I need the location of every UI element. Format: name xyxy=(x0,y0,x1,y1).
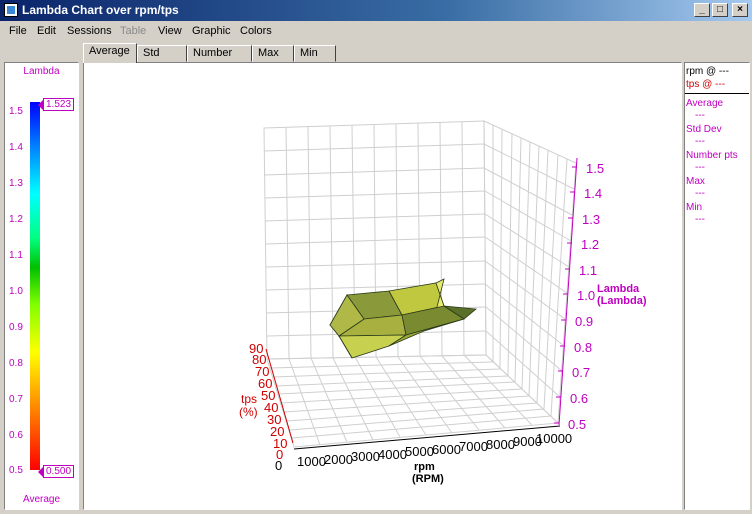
tab-average[interactable]: Average xyxy=(83,43,137,63)
x-tick: 8000 xyxy=(486,437,515,452)
info-panel: rpm @ --- tps @ --- Average --- Std Dev … xyxy=(684,62,750,510)
tab-max[interactable]: Max xyxy=(252,45,294,62)
lambda-surface[interactable] xyxy=(329,278,477,359)
max-value: --- xyxy=(695,188,705,199)
x-axis-label: rpm xyxy=(414,461,435,473)
x-tick: 5000 xyxy=(405,444,434,459)
y-axis-unit: (%) xyxy=(239,405,258,419)
legend-footer: Average xyxy=(22,494,61,505)
info-separator xyxy=(685,93,749,94)
tab-min[interactable]: Min xyxy=(294,45,336,62)
app-icon xyxy=(4,3,18,17)
x-tick: 4000 xyxy=(378,447,407,462)
legend-tick: 1.3 xyxy=(9,178,23,189)
menu-bar: File Edit Sessions Table View Graphic Co… xyxy=(0,22,752,41)
legend-tick: 0.5 xyxy=(9,465,23,476)
menu-table[interactable]: Table xyxy=(120,25,146,37)
z-tick: 0.6 xyxy=(570,391,588,406)
legend-tick: 1.5 xyxy=(9,106,23,117)
average-value: --- xyxy=(695,110,705,121)
z-tick: 0.8 xyxy=(574,340,592,355)
surface-3d-chart[interactable]: 1.5 1.4 1.3 1.2 1.1 1.0 0.9 0.8 0.7 0.6 … xyxy=(84,63,681,509)
window-title: Lambda Chart over rpm/tps xyxy=(22,3,179,17)
legend-tick: 1.0 xyxy=(9,286,23,297)
menu-graphic[interactable]: Graphic xyxy=(192,25,231,37)
min-label: Min xyxy=(686,202,703,213)
z-axis-unit: (Lambda) xyxy=(597,295,647,307)
legend-min-flag[interactable]: 0.500 xyxy=(37,465,75,478)
numpts-label: Number pts xyxy=(686,150,738,161)
x-tick: 0 xyxy=(275,458,282,473)
menu-colors[interactable]: Colors xyxy=(240,25,272,37)
x-axis-unit: (RPM) xyxy=(412,473,444,485)
z-tick: 1.5 xyxy=(586,161,604,176)
rpm-readout: rpm @ --- xyxy=(686,66,729,77)
menu-sessions[interactable]: Sessions xyxy=(67,25,112,37)
legend-tick: 1.4 xyxy=(9,142,23,153)
menu-edit[interactable]: Edit xyxy=(37,25,56,37)
y-axis-label: tps xyxy=(241,392,257,406)
legend-tick: 0.6 xyxy=(9,430,23,441)
tps-readout: tps @ --- xyxy=(686,79,726,90)
x-tick: 10000 xyxy=(536,431,572,446)
legend-max-flag[interactable]: 1.523 xyxy=(37,98,75,111)
z-axis-label: Lambda xyxy=(597,283,640,295)
z-tick: 1.2 xyxy=(581,237,599,252)
minimize-button[interactable]: _ xyxy=(694,3,710,17)
x-tick: 7000 xyxy=(459,439,488,454)
x-tick: 1000 xyxy=(297,454,326,469)
stddev-label: Std Dev xyxy=(686,124,722,135)
chart-panel[interactable]: 1.5 1.4 1.3 1.2 1.1 1.0 0.9 0.8 0.7 0.6 … xyxy=(83,62,682,510)
color-scale-bar xyxy=(30,102,40,470)
numpts-value: --- xyxy=(695,162,705,173)
stddev-value: --- xyxy=(695,136,705,147)
legend-tick: 0.8 xyxy=(9,358,23,369)
legend-title: Lambda xyxy=(23,66,60,77)
z-tick: 0.5 xyxy=(568,417,586,432)
z-tick: 1.4 xyxy=(584,186,602,201)
x-tick: 2000 xyxy=(324,452,353,467)
tab-number-pts[interactable]: Number pts xyxy=(187,45,252,74)
legend-tick: 0.7 xyxy=(9,394,23,405)
legend-tick: 0.9 xyxy=(9,322,23,333)
z-tick: 1.1 xyxy=(579,263,597,278)
z-tick: 0.9 xyxy=(575,314,593,329)
menu-file[interactable]: File xyxy=(9,25,27,37)
z-tick: 1.0 xyxy=(577,288,595,303)
color-legend-panel: Lambda 1.5 1.4 1.3 1.2 1.1 1.0 0.9 0.8 0… xyxy=(4,62,79,510)
close-button[interactable]: × xyxy=(732,3,748,17)
min-value: --- xyxy=(695,214,705,225)
chart-grid xyxy=(263,120,577,448)
x-tick: 3000 xyxy=(351,449,380,464)
legend-tick: 1.2 xyxy=(9,214,23,225)
average-label: Average xyxy=(686,98,724,109)
maximize-button[interactable]: □ xyxy=(712,3,728,17)
z-tick: 0.7 xyxy=(572,365,590,380)
x-tick: 6000 xyxy=(432,442,461,457)
legend-tick: 1.1 xyxy=(9,250,23,261)
max-label: Max xyxy=(686,176,705,187)
tab-std-dev[interactable]: Std Dev xyxy=(137,45,187,74)
menu-view[interactable]: View xyxy=(158,25,182,37)
title-bar: Lambda Chart over rpm/tps _ □ × xyxy=(0,0,752,21)
z-tick: 1.3 xyxy=(582,212,600,227)
